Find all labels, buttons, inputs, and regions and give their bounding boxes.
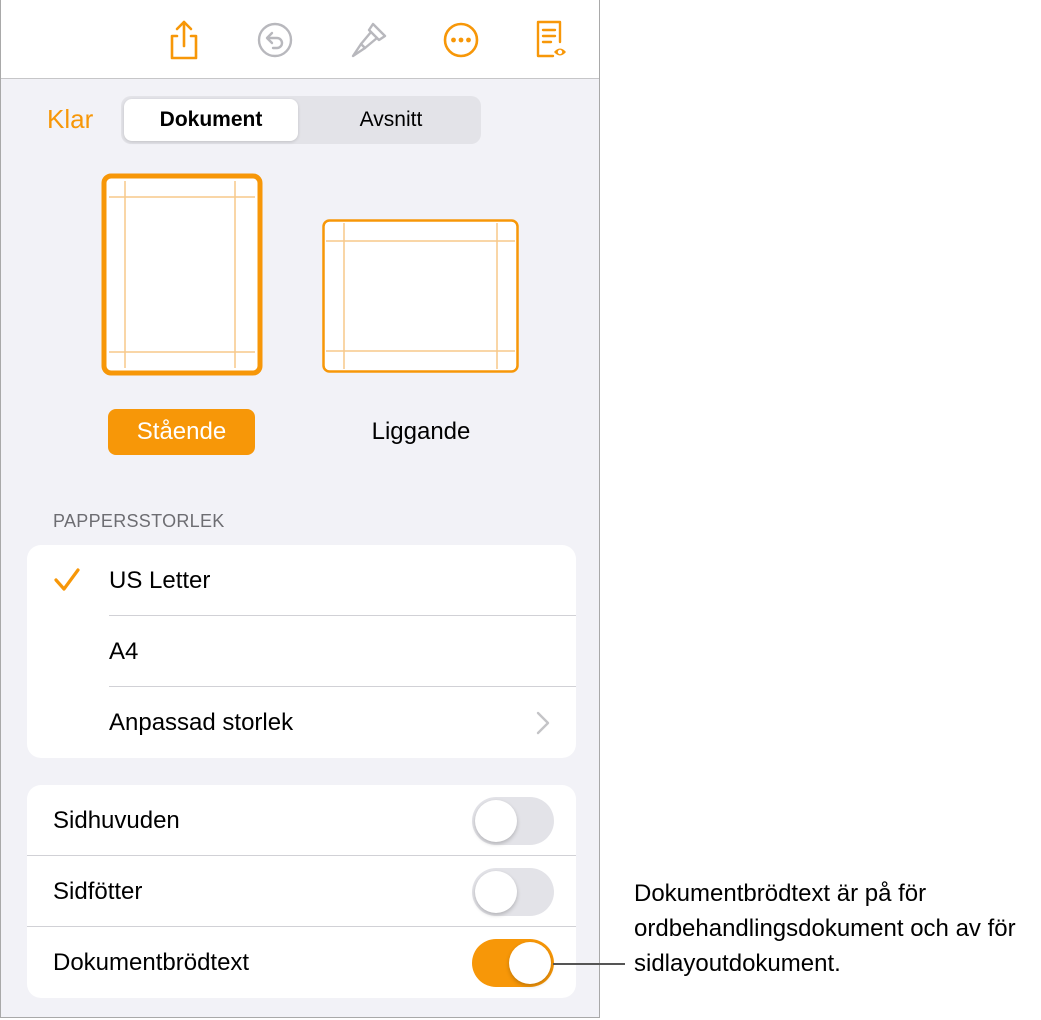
callout-line: [553, 963, 625, 965]
footers-row: Sidfötter: [27, 856, 576, 927]
callout-text: Dokumentbrödtext är på för ordbehandling…: [634, 880, 1016, 977]
paper-option-label: A4: [109, 638, 139, 665]
document-setup-icon[interactable]: [529, 18, 573, 62]
document-body-label: Dokumentbrödtext: [53, 949, 250, 976]
document-setup-panel: Klar Dokument Avsnitt Stående Liggande P…: [0, 0, 600, 1018]
paper-size-header: PAPPERSSTORLEK: [53, 511, 225, 531]
paper-option-custom-size[interactable]: Anpassad storlek: [27, 687, 576, 758]
paper-size-list: US Letter A4 Anpassad storlek: [27, 545, 576, 758]
toggle-knob: [509, 942, 551, 984]
layout-switches-list: Sidhuvuden Sidfötter Dokumentbrödtext: [27, 785, 576, 998]
tab-dokument[interactable]: Dokument: [124, 99, 298, 141]
tab-avsnitt[interactable]: Avsnitt: [304, 99, 478, 141]
toggle-knob: [475, 871, 517, 913]
toolbar: [1, 0, 599, 79]
portrait-thumbnail[interactable]: [101, 173, 263, 376]
footers-label: Sidfötter: [53, 878, 143, 905]
chevron-right-icon: [536, 711, 550, 742]
footers-toggle[interactable]: [472, 868, 554, 916]
paper-option-a4[interactable]: A4: [27, 616, 576, 687]
toggle-knob: [475, 800, 517, 842]
portrait-button[interactable]: Stående: [108, 409, 255, 455]
segmented-control: Dokument Avsnitt: [121, 96, 481, 144]
more-icon[interactable]: [439, 18, 483, 62]
headers-toggle[interactable]: [472, 797, 554, 845]
paper-option-label: US Letter: [109, 567, 211, 594]
document-body-row: Dokumentbrödtext: [27, 927, 576, 998]
share-icon[interactable]: [162, 18, 206, 62]
landscape-thumbnail[interactable]: [322, 219, 519, 373]
paper-option-label: Anpassad storlek: [109, 709, 294, 736]
paintbrush-icon[interactable]: [347, 18, 391, 62]
document-body-toggle[interactable]: [472, 939, 554, 987]
checkmark-icon: [53, 567, 81, 600]
landscape-button[interactable]: Liggande: [341, 409, 501, 455]
undo-icon[interactable]: [253, 18, 297, 62]
headers-row: Sidhuvuden: [27, 785, 576, 856]
done-button[interactable]: Klar: [47, 104, 93, 135]
headers-label: Sidhuvuden: [53, 807, 180, 834]
paper-option-us-letter[interactable]: US Letter: [27, 545, 576, 616]
